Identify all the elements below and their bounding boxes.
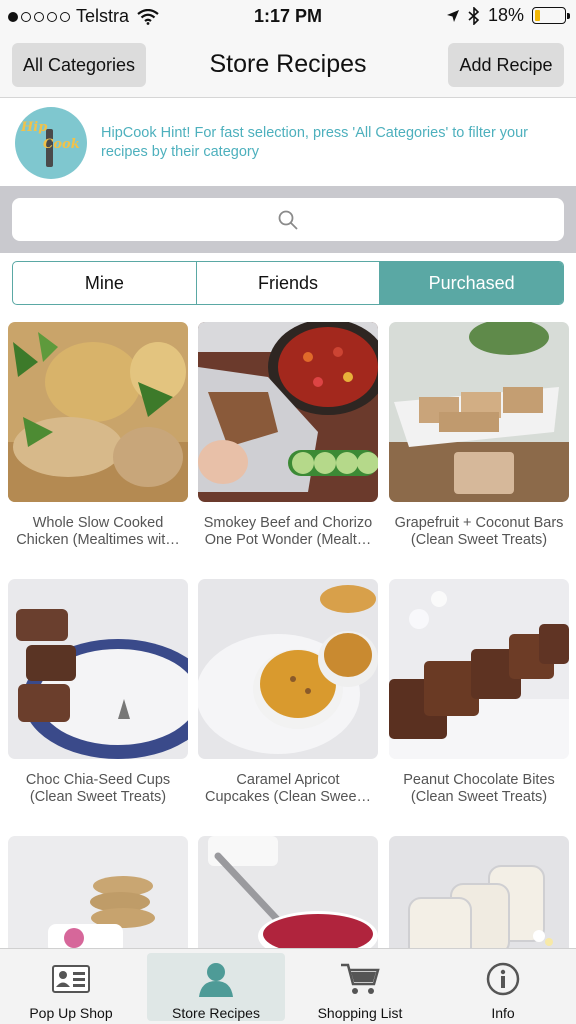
hint-banner: Hip Cook HipCook Hint! For fast selectio… [0, 99, 576, 187]
info-icon [486, 961, 520, 997]
battery-percent: 18% [487, 5, 524, 25]
recipe-title: Peanut Chocolate Bites (Clean Sweet Treat… [403, 772, 555, 805]
status-bar: Telstra 1:17 PM 18% [0, 0, 576, 34]
segment-purchased[interactable]: Purchased [379, 262, 563, 304]
add-recipe-button[interactable]: Add Recipe [448, 43, 564, 87]
recipe-card[interactable]: Caramel Apricot Cupcakes (Clean Swee… [198, 579, 378, 806]
battery-icon [532, 7, 570, 24]
recipe-photo-apricot-cupcakes [198, 579, 378, 759]
hipcook-logo: Hip Cook [15, 107, 87, 179]
id-card-icon [52, 961, 90, 997]
recipe-photo-beef-chorizo [198, 322, 378, 502]
tab-shopping-list[interactable]: Shopping List [291, 953, 429, 1021]
recipe-title: Choc Chia-Seed Cups (Clean Sweet Treats) [25, 772, 171, 805]
status-right: 18% [446, 5, 570, 26]
filter-segmented-control: Mine Friends Purchased [12, 261, 564, 305]
search-icon [278, 210, 298, 230]
tab-label: Info [491, 1005, 515, 1021]
recipe-title: Whole Slow Cooked Chicken (Mealtimes wit… [16, 515, 180, 548]
tab-info[interactable]: Info [434, 953, 572, 1021]
person-icon [197, 961, 235, 997]
cart-icon [340, 961, 380, 997]
hint-text: HipCook Hint! For fast selection, press … [101, 125, 529, 160]
search-bar [0, 186, 576, 253]
tab-store-recipes[interactable]: Store Recipes [147, 953, 285, 1021]
segment-mine[interactable]: Mine [13, 262, 196, 304]
bluetooth-icon [468, 6, 480, 25]
tab-label: Pop Up Shop [29, 1005, 113, 1021]
recipe-title: Smokey Beef and Chorizo One Pot Wonder (M… [203, 515, 373, 548]
recipe-photo-chicken [8, 322, 188, 502]
location-arrow-icon [446, 9, 459, 22]
tab-label: Shopping List [317, 1005, 403, 1021]
tab-label: Store Recipes [172, 1005, 260, 1021]
recipe-card[interactable]: Whole Slow Cooked Chicken (Mealtimes wit… [8, 322, 188, 549]
recipe-card[interactable]: Smokey Beef and Chorizo One Pot Wonder (M… [198, 322, 378, 549]
recipe-card[interactable]: Choc Chia-Seed Cups (Clean Sweet Treats) [8, 579, 188, 806]
recipe-card[interactable]: Peanut Chocolate Bites (Clean Sweet Treat… [389, 579, 569, 806]
recipe-title: Caramel Apricot Cupcakes (Clean Swee… [204, 772, 372, 805]
recipe-card[interactable]: Grapefruit + Coconut Bars (Clean Sweet Tr… [389, 322, 569, 549]
tab-pop-up-shop[interactable]: Pop Up Shop [2, 953, 140, 1021]
segment-friends[interactable]: Friends [195, 262, 380, 304]
recipe-photo-grapefruit-bars [389, 322, 569, 502]
recipe-photo-peanut-bites [389, 579, 569, 759]
search-input[interactable] [12, 198, 564, 241]
recipe-photo-choc-chia-cups [8, 579, 188, 759]
tab-bar: Pop Up Shop Store Recipes Shopping List … [0, 948, 576, 1024]
app-screen: Telstra 1:17 PM 18% All Categories Store… [0, 0, 576, 1024]
recipe-title: Grapefruit + Coconut Bars (Clean Sweet Tr… [394, 515, 564, 548]
navigation-bar: All Categories Store Recipes Add Recipe [0, 34, 576, 98]
